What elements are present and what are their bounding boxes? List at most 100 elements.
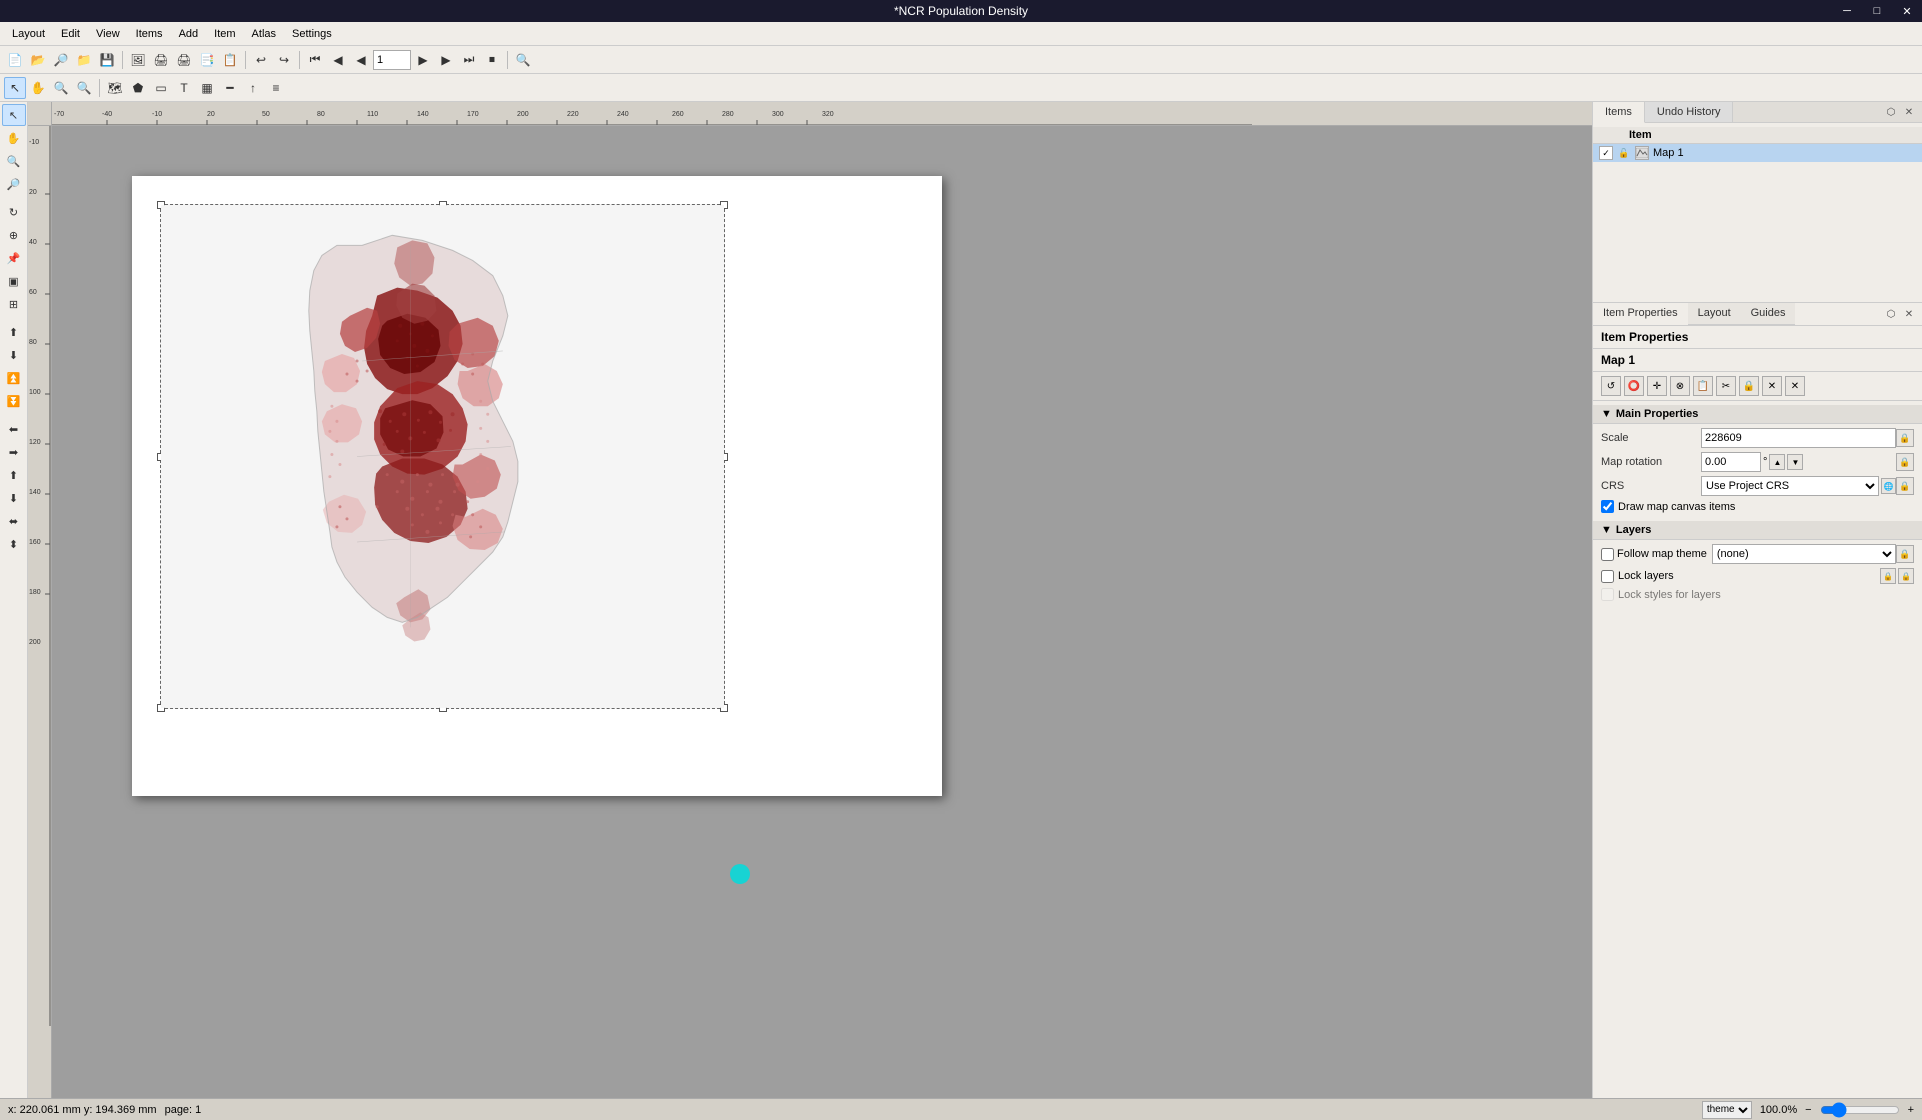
export1-btn[interactable]: 🖼 [127, 49, 149, 71]
map-rotation-input[interactable] [1701, 452, 1761, 472]
tab-guides[interactable]: Guides [1741, 303, 1796, 324]
open-btn[interactable]: 📂 [27, 49, 49, 71]
ungroup-items-tool[interactable]: ⊞ [2, 293, 26, 315]
tab-undo-history[interactable]: Undo History [1645, 102, 1734, 122]
pan-canvas-tool[interactable]: ✋ [2, 127, 26, 149]
menu-items[interactable]: Items [128, 26, 171, 42]
print2-btn[interactable]: 🖨 [173, 49, 195, 71]
draw-canvas-checkbox[interactable] [1601, 500, 1614, 513]
layers-section-header[interactable]: ▼ Layers [1593, 521, 1922, 540]
close-btn[interactable]: ✕ [1892, 0, 1922, 22]
atlas-btn[interactable]: ✂ [1716, 376, 1736, 396]
atlas-back-btn[interactable]: ◀ [350, 49, 372, 71]
align-left-tool[interactable]: ⬅ [2, 418, 26, 440]
minus-btn[interactable]: − [1805, 1104, 1811, 1116]
crs-dropdown[interactable]: Use Project CRS [1701, 476, 1879, 496]
crs-lock-btn[interactable]: 🔒 [1896, 477, 1914, 495]
menu-view[interactable]: View [88, 26, 128, 42]
menu-edit[interactable]: Edit [53, 26, 88, 42]
tab-items[interactable]: Items [1593, 102, 1645, 123]
group-items-tool[interactable]: ▣ [2, 270, 26, 292]
menu-item[interactable]: Item [206, 26, 243, 42]
open2-btn[interactable]: 🔎 [50, 49, 72, 71]
top-item-tool[interactable]: ⏫ [2, 367, 26, 389]
undo-btn[interactable]: ↩ [250, 49, 272, 71]
add-north-arrow-btn[interactable]: ↑ [242, 77, 264, 99]
lock-layers-btn1[interactable]: 🔒 [1880, 568, 1896, 584]
move-content-tool[interactable]: ⊕ [2, 224, 26, 246]
item-row-map1[interactable]: ✓ 🔓 Map 1 [1593, 144, 1922, 162]
map-item[interactable] [160, 204, 725, 709]
export2-btn[interactable]: 📑 [196, 49, 218, 71]
close-map-btn2[interactable]: ✕ [1785, 376, 1805, 396]
lock-styles-checkbox[interactable] [1601, 588, 1614, 601]
rotation-lock-btn[interactable]: 🔒 [1896, 453, 1914, 471]
follow-theme-checkbox[interactable] [1601, 548, 1614, 561]
print-btn[interactable]: 🖨 [150, 49, 172, 71]
crs-select-btn[interactable]: 🌐 [1881, 478, 1896, 494]
zoom-out-canvas-tool[interactable]: 🔎 [2, 173, 26, 195]
set-extent-btn[interactable]: ⊗ [1670, 376, 1690, 396]
save-btn[interactable]: 💾 [96, 49, 118, 71]
item-props-close-btn[interactable]: ✕ [1900, 305, 1918, 323]
panel-close-btn[interactable]: ✕ [1900, 103, 1918, 121]
menu-settings[interactable]: Settings [284, 26, 340, 42]
bottom-item-tool[interactable]: ⏬ [2, 390, 26, 412]
redo-btn[interactable]: ↪ [273, 49, 295, 71]
new-layout-btn[interactable]: 📄 [4, 49, 26, 71]
add-rect-btn[interactable]: ▭ [150, 77, 172, 99]
close-map-btn1[interactable]: ✕ [1762, 376, 1782, 396]
zoom-out-tool-btn[interactable]: 🔍 [73, 77, 95, 99]
rotate-tool[interactable]: ↻ [2, 201, 26, 223]
maximize-btn[interactable]: □ [1862, 0, 1892, 22]
item-lock-icon[interactable]: 🔓 [1617, 146, 1631, 160]
scale-lock-btn[interactable]: 🔒 [1896, 429, 1914, 447]
add-table-btn[interactable]: ▦ [196, 77, 218, 99]
align-hcenter-tool[interactable]: ⬌ [2, 510, 26, 532]
main-properties-section-header[interactable]: ▼ Main Properties [1593, 405, 1922, 424]
refresh-map-btn[interactable]: ↺ [1601, 376, 1621, 396]
zoom-tool-btn[interactable]: 🔍 [512, 49, 534, 71]
align-bottom-tool[interactable]: ⬇ [2, 487, 26, 509]
scale-input[interactable] [1701, 428, 1896, 448]
lock-layers-checkbox[interactable] [1601, 570, 1614, 583]
zoom-in-tool-btn[interactable]: 🔍 [50, 77, 72, 99]
item-visible-check[interactable]: ✓ [1599, 146, 1613, 160]
tab-item-properties[interactable]: Item Properties [1593, 303, 1688, 325]
plus-btn[interactable]: + [1908, 1104, 1914, 1116]
rotation-down-btn[interactable]: ▼ [1787, 454, 1803, 470]
align-vcenter-tool[interactable]: ⬍ [2, 533, 26, 555]
move-content-btn[interactable]: ✛ [1647, 376, 1667, 396]
theme-select[interactable]: theme [1702, 1101, 1752, 1119]
add-legend-btn[interactable]: ≡ [265, 77, 287, 99]
pin-tool[interactable]: 📌 [2, 247, 26, 269]
add-shape-btn[interactable]: ⬟ [127, 77, 149, 99]
bookmark-btn[interactable]: 📋 [1693, 376, 1713, 396]
add-map-btn[interactable]: 🗺 [104, 77, 126, 99]
theme-dropdown[interactable]: (none) [1712, 544, 1896, 564]
atlas-first-btn[interactable]: ⏮ [304, 49, 326, 71]
align-top-tool[interactable]: ⬆ [2, 464, 26, 486]
select-tool-btn[interactable]: ↖ [4, 77, 26, 99]
pdf-btn[interactable]: 📋 [219, 49, 241, 71]
zoom-canvas-tool[interactable]: 🔍 [2, 150, 26, 172]
atlas-next-btn[interactable]: ▶ [412, 49, 434, 71]
lock-map-btn[interactable]: 🔒 [1739, 376, 1759, 396]
lock-layers-btn2[interactable]: 🔒 [1898, 568, 1914, 584]
highlight-btn[interactable]: ⭕ [1624, 376, 1644, 396]
page-input[interactable] [373, 50, 411, 70]
menu-atlas[interactable]: Atlas [244, 26, 284, 42]
raise-item-tool[interactable]: ⬆ [2, 321, 26, 343]
atlas-fwd-btn[interactable]: ▶ [435, 49, 457, 71]
atlas-prev-btn[interactable]: ◀ [327, 49, 349, 71]
align-right-tool[interactable]: ➡ [2, 441, 26, 463]
theme-lock-btn[interactable]: 🔒 [1896, 545, 1914, 563]
menu-add[interactable]: Add [171, 26, 207, 42]
pan-tool-btn[interactable]: ✋ [27, 77, 49, 99]
add-text-btn[interactable]: T [173, 77, 195, 99]
panel-float-btn[interactable]: ⬡ [1882, 103, 1900, 121]
menu-layout[interactable]: Layout [4, 26, 53, 42]
tab-layout[interactable]: Layout [1688, 303, 1741, 324]
item-props-float-btn[interactable]: ⬡ [1882, 305, 1900, 323]
open3-btn[interactable]: 📁 [73, 49, 95, 71]
